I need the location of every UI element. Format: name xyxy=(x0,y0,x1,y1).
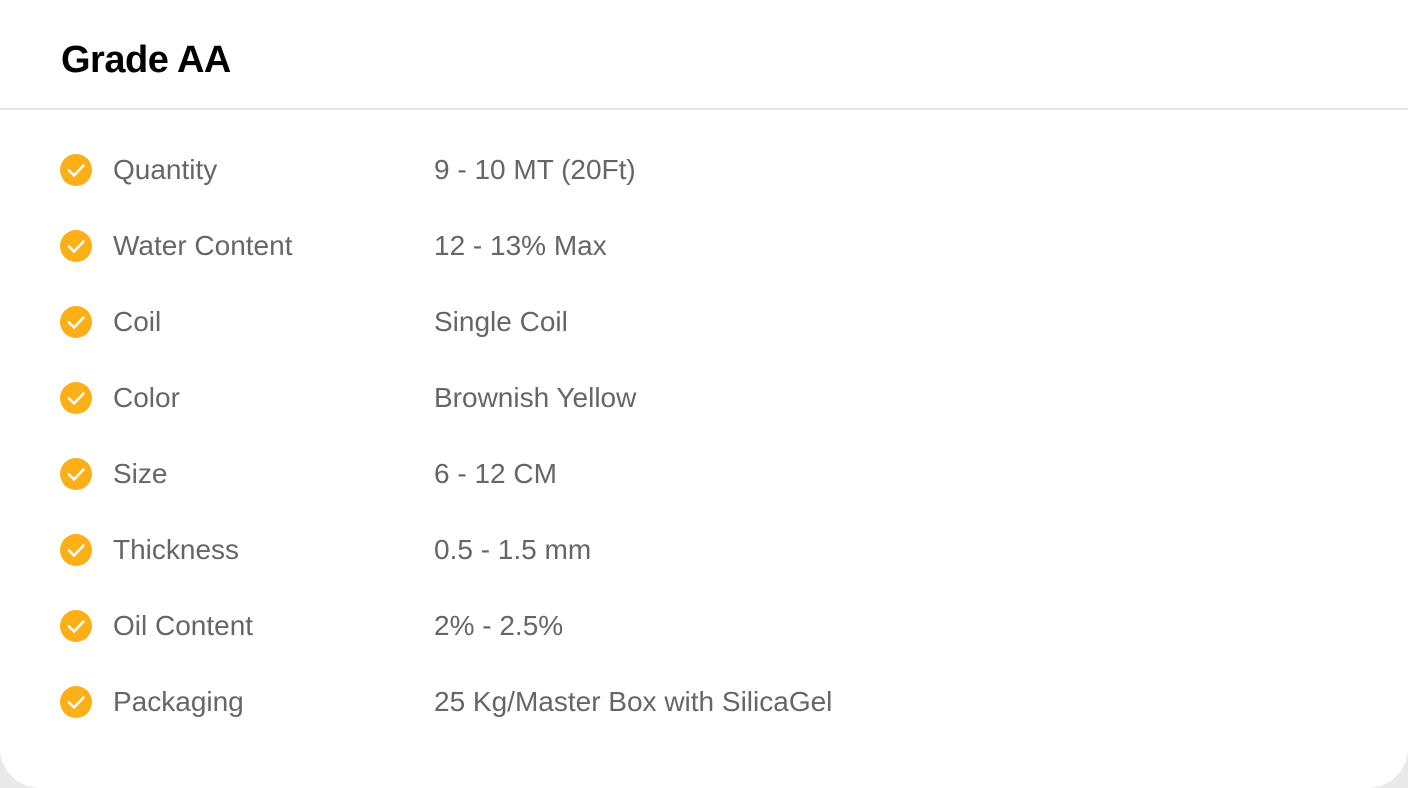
spec-value: 25 Kg/Master Box with SilicaGel xyxy=(434,686,833,717)
card-header: Grade AA xyxy=(0,0,1408,110)
spec-row-packaging: Packaging 25 Kg/Master Box with SilicaGe… xyxy=(0,664,1408,740)
spec-label: Quantity xyxy=(113,154,218,185)
spec-label: Oil Content xyxy=(113,610,254,641)
spec-value: 2% - 2.5% xyxy=(434,610,564,641)
check-circle-icon xyxy=(60,458,92,490)
spec-list: Quantity 9 - 10 MT (20Ft) Water Content … xyxy=(0,132,1408,740)
spec-value: Single Coil xyxy=(434,306,568,337)
check-circle-icon xyxy=(60,230,92,262)
spec-label: Color xyxy=(113,382,180,413)
spec-row-size: Size 6 - 12 CM xyxy=(0,436,1408,512)
check-circle-icon xyxy=(60,686,92,718)
spec-row-water-content: Water Content 12 - 13% Max xyxy=(0,208,1408,284)
spec-row-coil: Coil Single Coil xyxy=(0,284,1408,360)
spec-value: 0.5 - 1.5 mm xyxy=(434,534,592,565)
check-circle-icon xyxy=(60,306,92,338)
check-circle-icon xyxy=(60,610,92,642)
spec-label: Size xyxy=(113,458,168,489)
grade-card: Grade AA Quantity 9 - 10 MT (20Ft) Water… xyxy=(0,0,1408,788)
spec-row-thickness: Thickness 0.5 - 1.5 mm xyxy=(0,512,1408,588)
spec-label: Coil xyxy=(113,306,162,337)
spec-label: Thickness xyxy=(113,534,240,565)
check-circle-icon xyxy=(60,382,92,414)
spec-value: 6 - 12 CM xyxy=(434,458,557,489)
spec-value: 12 - 13% Max xyxy=(434,230,607,261)
spec-value: Brownish Yellow xyxy=(434,382,637,413)
spec-row-color: Color Brownish Yellow xyxy=(0,360,1408,436)
spec-label: Packaging xyxy=(113,686,244,717)
spec-row-oil-content: Oil Content 2% - 2.5% xyxy=(0,588,1408,664)
spec-label: Water Content xyxy=(113,230,293,261)
spec-value: 9 - 10 MT (20Ft) xyxy=(434,154,636,185)
spec-row-quantity: Quantity 9 - 10 MT (20Ft) xyxy=(0,132,1408,208)
check-circle-icon xyxy=(60,154,92,186)
check-circle-icon xyxy=(60,534,92,566)
card-title: Grade AA xyxy=(61,39,231,81)
